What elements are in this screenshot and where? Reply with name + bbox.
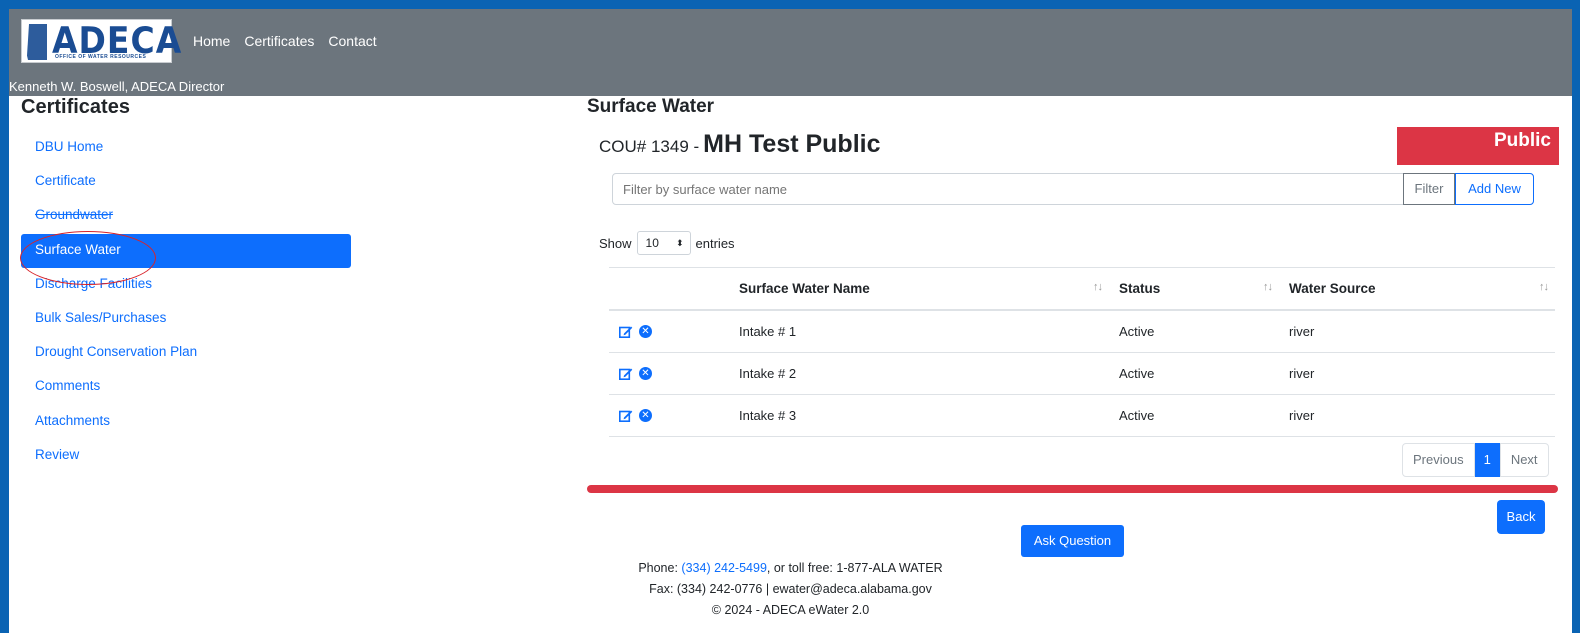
select-arrow-icon: ⬍ bbox=[675, 238, 684, 248]
footer-phone-line: Phone: (334) 242-5499, or toll free: 1-8… bbox=[9, 561, 1572, 575]
sidebar-item-label: DBU Home bbox=[35, 139, 104, 154]
delete-icon[interactable]: ✕ bbox=[639, 409, 652, 422]
sidebar-item-dbu-home[interactable]: DBU Home bbox=[21, 131, 351, 165]
sort-icon[interactable]: ↑↓ bbox=[1093, 281, 1103, 293]
app-window: ADECA OFFICE OF WATER RESOURCES Home Cer… bbox=[9, 9, 1572, 633]
sidebar-item-label: Certificate bbox=[35, 173, 96, 189]
cell-source: river bbox=[1289, 324, 1315, 339]
edit-icon[interactable] bbox=[619, 367, 633, 380]
filter-button[interactable]: Filter bbox=[1403, 173, 1455, 205]
table-row: ✕ Intake # 2 Active river bbox=[609, 353, 1555, 395]
sidebar-item-review[interactable]: Review bbox=[21, 439, 351, 473]
sidebar-item-label: Drought Conservation Plan bbox=[35, 344, 198, 360]
sidebar-item-label: Bulk Sales/Purchases bbox=[35, 309, 167, 325]
edit-icon[interactable] bbox=[619, 409, 633, 422]
sidebar-item-bulk-sales[interactable]: Bulk Sales/Purchases bbox=[21, 302, 351, 336]
top-nav: Home Certificates Contact bbox=[193, 33, 377, 49]
sidebar-item-attachments[interactable]: Attachments bbox=[21, 405, 351, 439]
cell-status: Active bbox=[1119, 408, 1155, 423]
main-content: Surface Water COU# 1349 - MH Test Public… bbox=[587, 96, 1559, 534]
entries-select[interactable]: 10 ⬍ bbox=[636, 231, 691, 255]
nav-contact-link[interactable]: Contact bbox=[328, 33, 376, 49]
public-status-badge: Public bbox=[1397, 127, 1559, 165]
surface-water-filter-input[interactable] bbox=[613, 174, 1403, 204]
table-header: Surface Water Name ↑↓ Status ↑↓ Water So… bbox=[609, 268, 1555, 311]
sidebar-item-label: Surface Water bbox=[35, 241, 121, 257]
cell-source: river bbox=[1289, 366, 1315, 381]
alabama-map-icon bbox=[27, 24, 47, 60]
director-name: Kenneth W. Boswell, ADECA Director bbox=[9, 79, 225, 94]
cou-number: COU# 1349 - bbox=[599, 137, 700, 156]
sidebar-title: Certificates bbox=[21, 96, 130, 118]
entries-label: entries bbox=[695, 235, 735, 251]
status-divider-bar bbox=[587, 485, 1558, 493]
cell-name: Intake # 1 bbox=[739, 324, 797, 339]
sidebar-item-label: Comments bbox=[35, 378, 101, 394]
cell-name: Intake # 2 bbox=[739, 366, 797, 381]
sidebar-item-label: Discharge Facilities bbox=[35, 275, 153, 291]
phone-link[interactable]: (334) 242-5499 bbox=[681, 561, 766, 575]
entries-select-value: 10 bbox=[645, 236, 659, 250]
sidebar-item-certificate[interactable]: Certificate bbox=[21, 165, 351, 199]
filter-group: Filter Add New bbox=[612, 173, 1534, 205]
page-1-button[interactable]: 1 bbox=[1474, 443, 1500, 477]
cell-status: Active bbox=[1119, 324, 1155, 339]
footer-copyright: © 2024 - ADECA eWater 2.0 bbox=[711, 603, 870, 617]
toll-free-text: , or toll free: 1-877-ALA WATER bbox=[766, 561, 943, 575]
page-title: Surface Water bbox=[587, 96, 715, 117]
sort-icon[interactable]: ↑↓ bbox=[1263, 281, 1273, 293]
nav-certificates-link[interactable]: Certificates bbox=[244, 33, 314, 49]
previous-page-button[interactable]: Previous bbox=[1402, 443, 1475, 477]
cell-status: Active bbox=[1119, 366, 1155, 381]
top-header: ADECA OFFICE OF WATER RESOURCES Home Cer… bbox=[9, 9, 1572, 96]
edit-icon[interactable] bbox=[619, 325, 633, 338]
certificate-heading: COU# 1349 - MH Test Public bbox=[599, 130, 881, 159]
logo-tagline: OFFICE OF WATER RESOURCES bbox=[55, 54, 147, 60]
next-page-button[interactable]: Next bbox=[1499, 443, 1549, 477]
cell-source: river bbox=[1289, 408, 1315, 423]
sidebar-item-label: Groundwater bbox=[35, 207, 114, 223]
sidebar-item-label: Review bbox=[35, 446, 80, 462]
sidebar-item-groundwater[interactable]: Groundwater bbox=[21, 199, 351, 233]
sidebar: Certificates DBU Home Certificate Ground… bbox=[21, 96, 351, 473]
phone-label: Phone: bbox=[638, 561, 678, 575]
sidebar-item-surface-water[interactable]: Surface Water bbox=[21, 233, 351, 268]
pagination: Previous 1 Next bbox=[1402, 443, 1549, 477]
sort-icon[interactable]: ↑↓ bbox=[1539, 281, 1549, 293]
delete-icon[interactable]: ✕ bbox=[639, 325, 652, 338]
table-row: ✕ Intake # 1 Active river bbox=[609, 311, 1555, 353]
cell-name: Intake # 3 bbox=[739, 408, 797, 423]
add-new-button[interactable]: Add New bbox=[1455, 173, 1534, 205]
nav-home-link[interactable]: Home bbox=[193, 33, 230, 49]
sidebar-item-discharge-facilities[interactable]: Discharge Facilities bbox=[21, 268, 351, 302]
table-row: ✕ Intake # 3 Active river bbox=[609, 395, 1555, 437]
ask-question-button[interactable]: Ask Question bbox=[1021, 525, 1124, 557]
footer-fax-line: Fax: (334) 242-0776 | ewater@adeca.alaba… bbox=[649, 582, 932, 596]
show-label: Show bbox=[599, 235, 632, 251]
page-length-control: Show 10 ⬍ entries bbox=[599, 231, 735, 255]
surface-water-table: Surface Water Name ↑↓ Status ↑↓ Water So… bbox=[609, 267, 1555, 437]
row-actions: ✕ bbox=[619, 353, 652, 394]
certificate-name: MH Test Public bbox=[703, 130, 881, 158]
delete-icon[interactable]: ✕ bbox=[639, 367, 652, 380]
row-actions: ✕ bbox=[619, 311, 652, 352]
back-button[interactable]: Back bbox=[1497, 500, 1545, 534]
column-header-name[interactable]: Surface Water Name bbox=[739, 268, 870, 309]
sidebar-item-drought-plan[interactable]: Drought Conservation Plan bbox=[21, 336, 351, 370]
row-actions: ✕ bbox=[619, 395, 652, 436]
sidebar-item-comments[interactable]: Comments bbox=[21, 370, 351, 404]
column-header-source[interactable]: Water Source bbox=[1289, 268, 1376, 309]
sidebar-item-label: Attachments bbox=[35, 412, 111, 428]
adeca-logo[interactable]: ADECA OFFICE OF WATER RESOURCES bbox=[21, 19, 181, 63]
column-header-status[interactable]: Status bbox=[1119, 268, 1160, 309]
